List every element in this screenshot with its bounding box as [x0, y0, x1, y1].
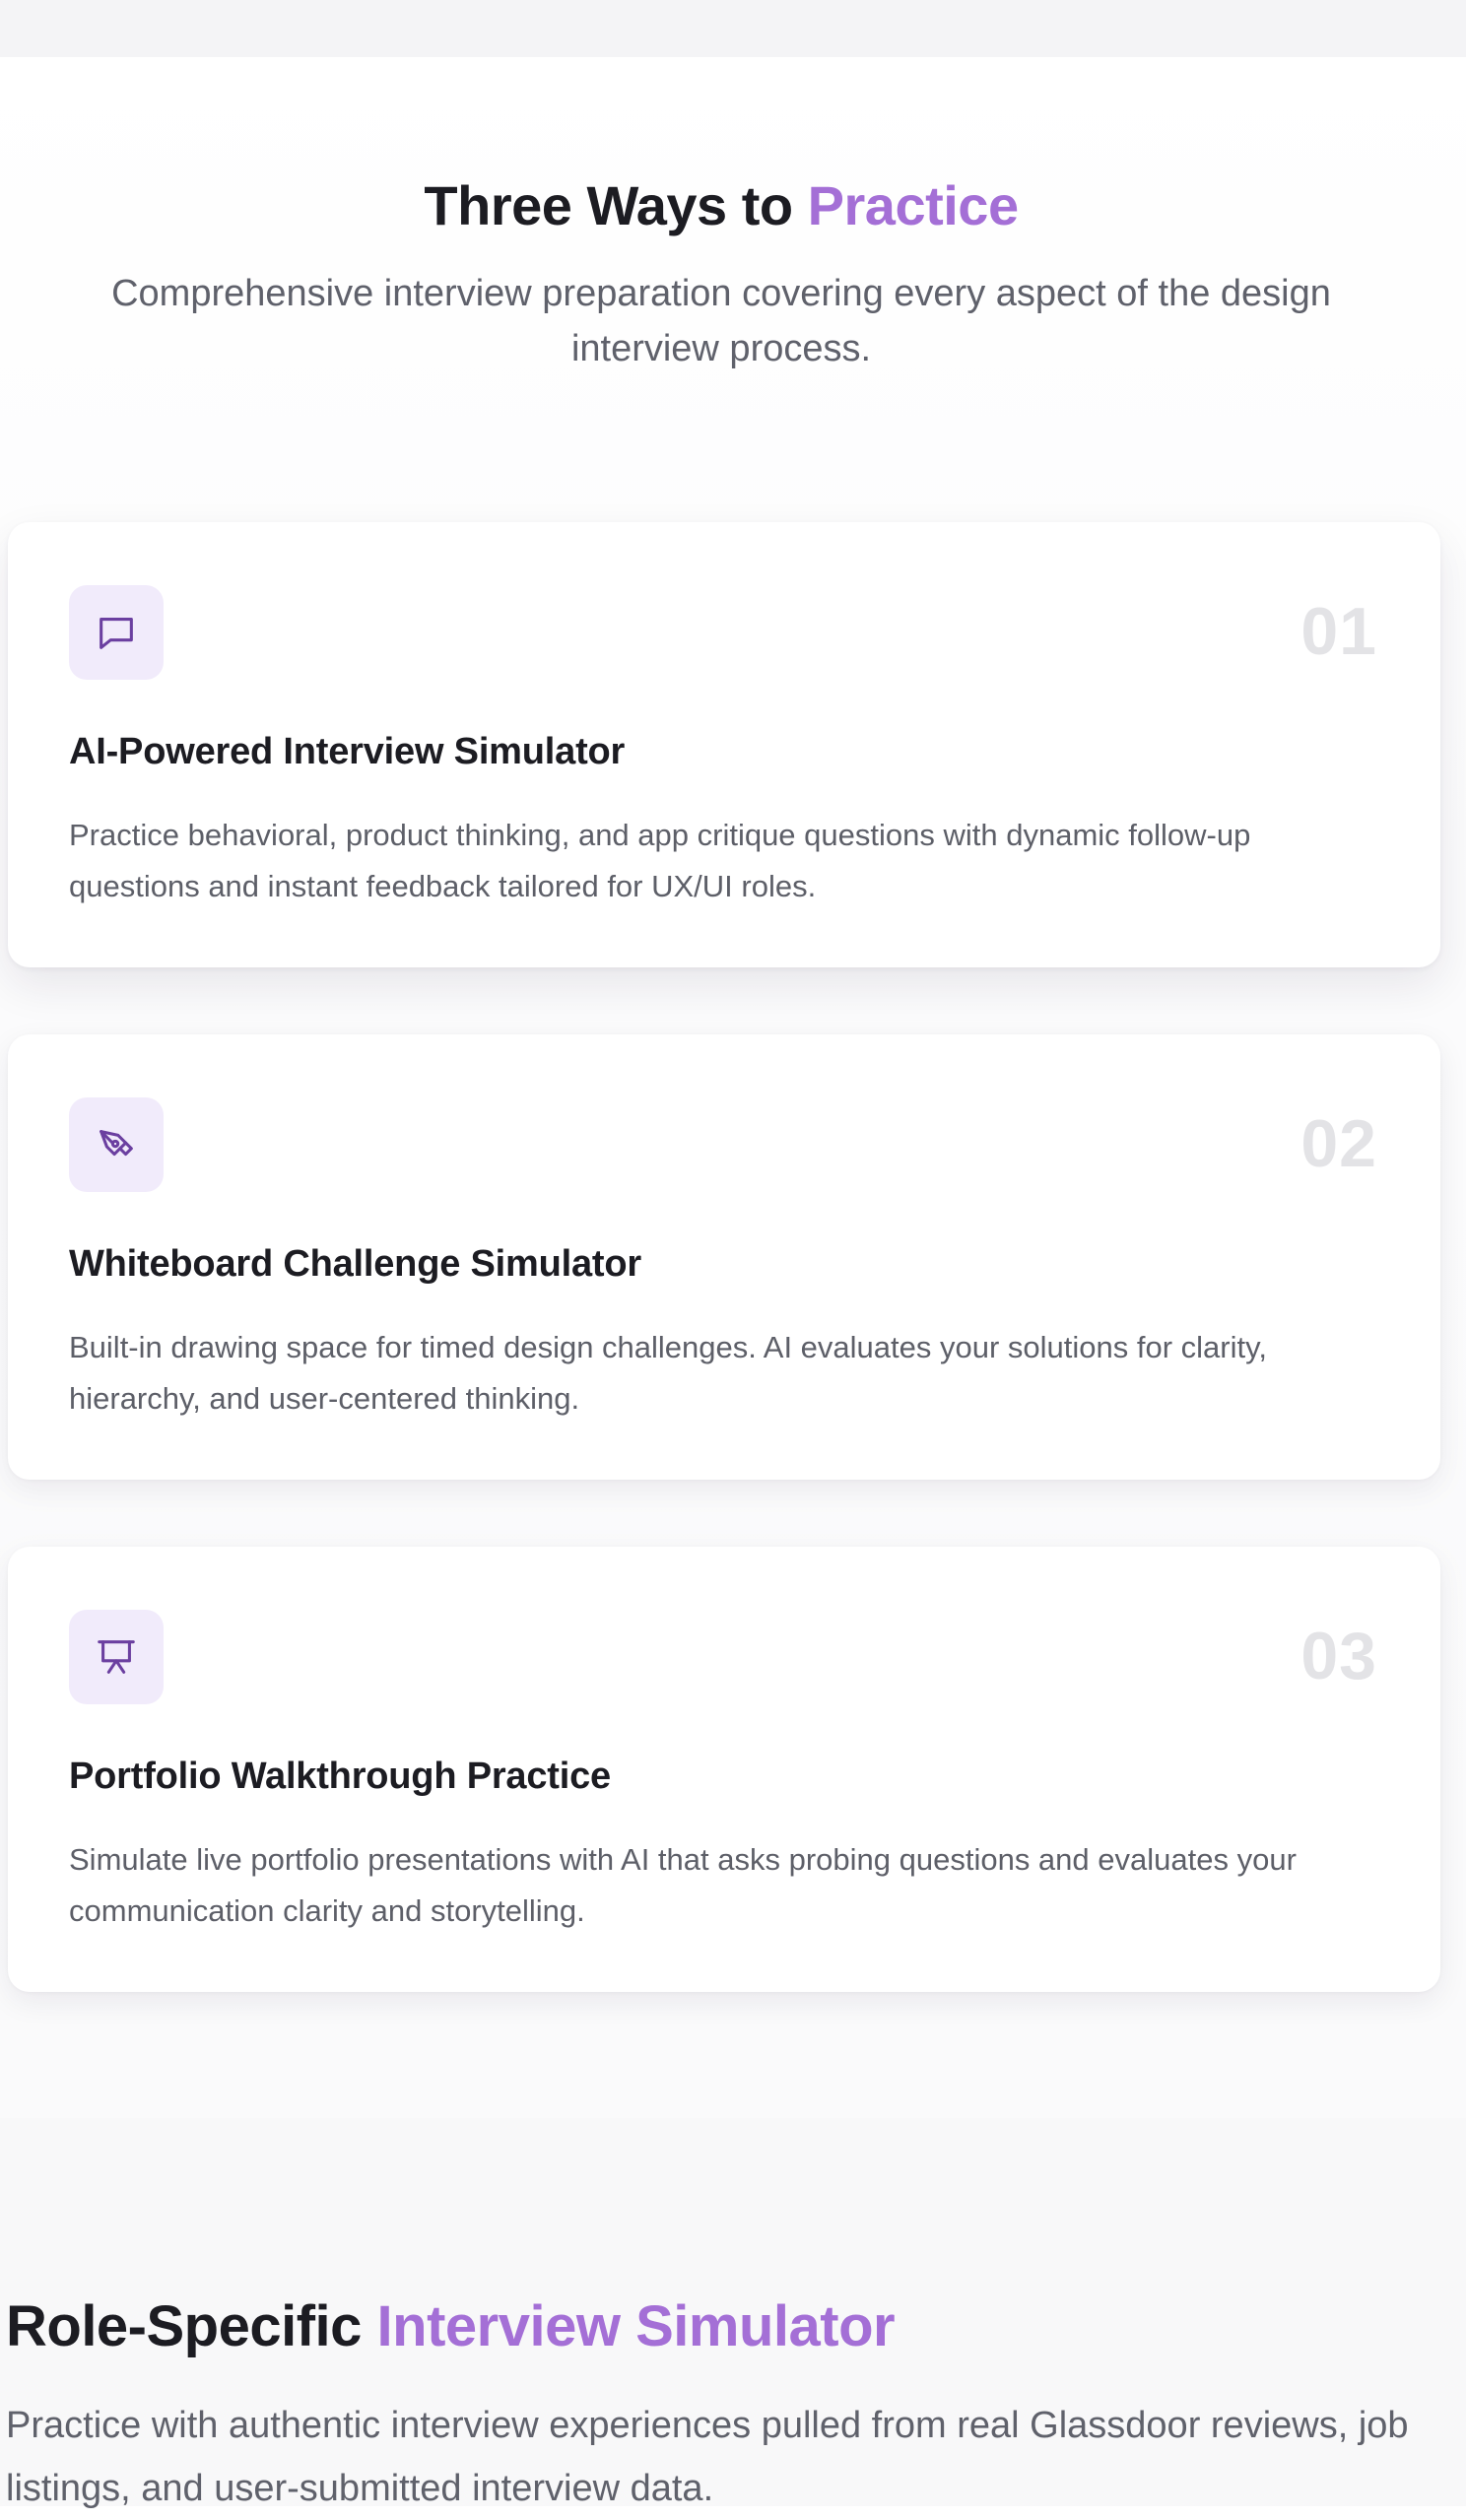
feature-card-number: 03: [1300, 1619, 1377, 1693]
role-section-title: Role-Specific Interview Simulator: [6, 2293, 896, 2359]
feature-card-description: Built-in drawing space for timed design …: [69, 1330, 1267, 1416]
feature-card-whiteboard-simulator[interactable]: 02 Whiteboard Challenge Simulator Built-…: [8, 1034, 1440, 1480]
feature-card-interview-simulator[interactable]: 01 AI-Powered Interview Simulator Practi…: [8, 522, 1440, 967]
features-title-accent: Practice: [807, 174, 1019, 237]
role-section-subtitle: Practice with authentic interview experi…: [6, 2405, 1409, 2509]
feature-card-description: Simulate live portfolio presentations wi…: [69, 1842, 1297, 1928]
role-title-accent: Interview Simulator: [376, 2294, 896, 2359]
presentation-icon: [69, 1610, 164, 1704]
feature-card-title: Portfolio Walkthrough Practice: [69, 1756, 611, 1797]
feature-card-number: 02: [1300, 1106, 1377, 1181]
chat-bubble-icon: [69, 585, 164, 680]
pen-tool-icon: [69, 1097, 164, 1192]
feature-card-portfolio-walkthrough[interactable]: 03 Portfolio Walkthrough Practice Simula…: [8, 1547, 1440, 1992]
feature-card-description: Practice behavioral, product thinking, a…: [69, 818, 1251, 903]
feature-card-title: Whiteboard Challenge Simulator: [69, 1243, 641, 1285]
features-section-subtitle: Comprehensive interview preparation cove…: [111, 273, 1331, 369]
feature-card-title: AI-Powered Interview Simulator: [69, 731, 626, 772]
role-title-prefix: Role-Specific: [6, 2294, 377, 2359]
top-nav-strip: [0, 0, 1466, 57]
feature-card-number: 01: [1300, 594, 1377, 669]
features-title-prefix: Three Ways to: [424, 174, 808, 237]
features-section-title: Three Ways to Practice: [0, 173, 1442, 237]
